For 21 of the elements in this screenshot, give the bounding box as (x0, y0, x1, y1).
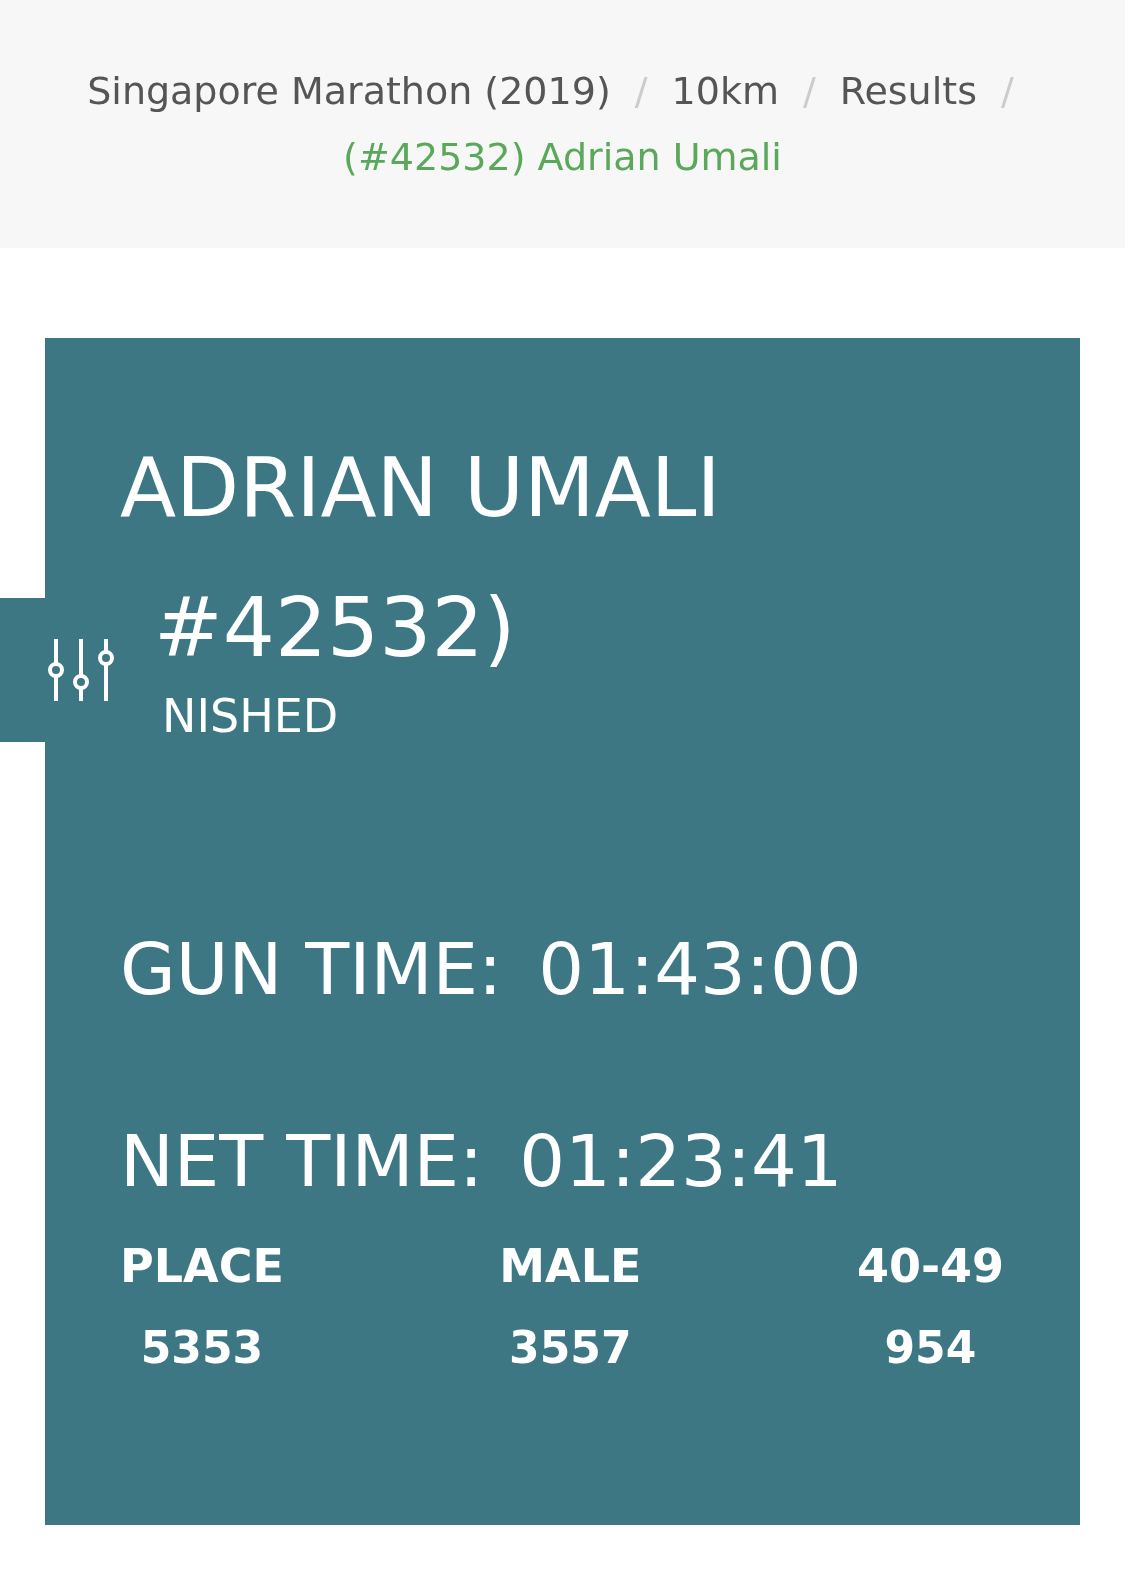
breadcrumb-separator: / (634, 68, 648, 115)
breadcrumb-separator: / (1000, 68, 1014, 115)
runner-name: ADRIAN UMALI (120, 439, 722, 537)
finish-status: NISHED (161, 688, 340, 744)
breadcrumb-separator: / (802, 68, 816, 115)
bib-number: #42532) (153, 579, 517, 677)
time-label: GUN TIME: (120, 926, 503, 1013)
time-value: 01:43:00 (538, 926, 862, 1013)
time-label: NET TIME: (120, 1118, 484, 1205)
time-value: 01:23:41 (519, 1118, 843, 1205)
rank-label: 40-49 (856, 1238, 1004, 1295)
rank-label: MALE (499, 1238, 642, 1295)
breadcrumb-link[interactable]: Singapore Marathon (2019) (87, 58, 611, 124)
rank-value: 954 (884, 1321, 977, 1375)
sliders-icon (46, 637, 114, 703)
breadcrumb-link[interactable]: 10km (671, 58, 779, 124)
breadcrumb-link[interactable]: Results (839, 58, 977, 124)
breadcrumb-current: (#42532) Adrian Umali (343, 134, 782, 181)
rank-value: 3557 (509, 1321, 632, 1375)
rank-label: PLACE (120, 1238, 284, 1295)
rank-value: 5353 (140, 1321, 264, 1375)
